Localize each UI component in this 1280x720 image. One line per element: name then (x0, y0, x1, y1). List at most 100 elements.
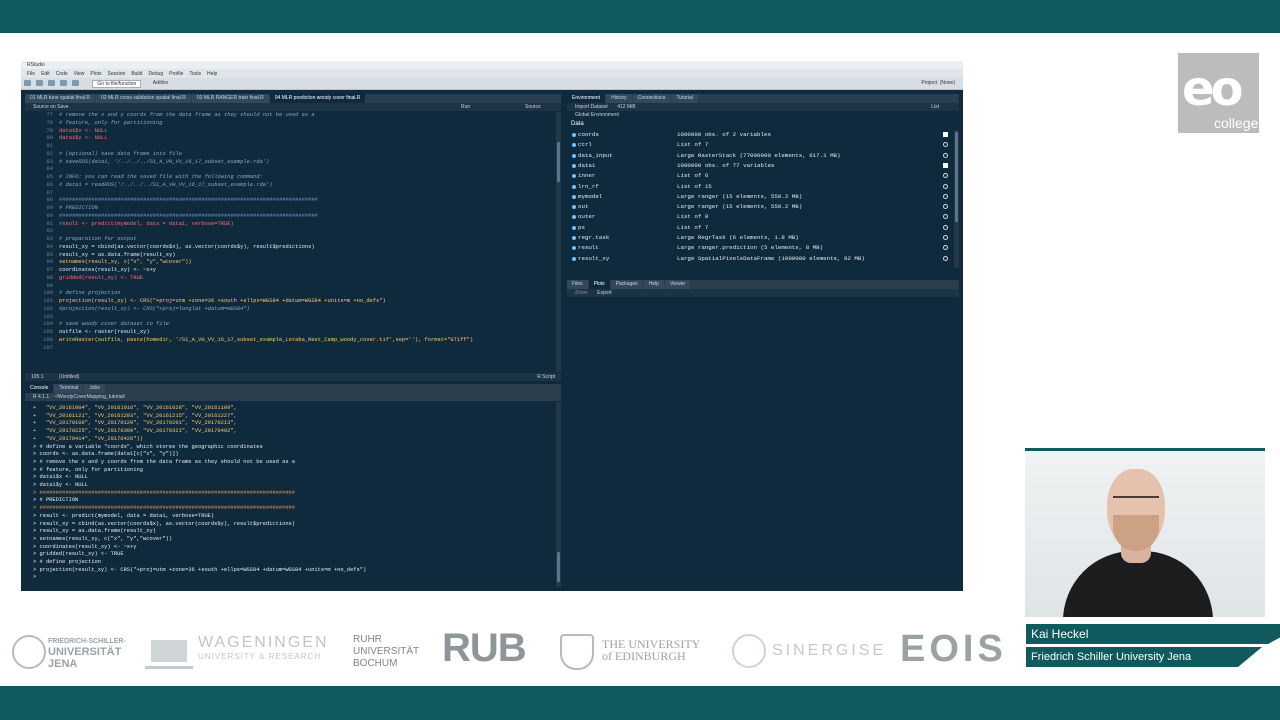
env-row[interactable]: data_input Large RasterStack (77000000 el… (567, 151, 953, 161)
env-expand-icon[interactable] (572, 143, 576, 148)
new-file-icon[interactable] (24, 80, 31, 86)
env-expand-icon[interactable] (572, 153, 576, 158)
env-expand-icon[interactable] (572, 246, 576, 251)
inspect-icon[interactable] (943, 193, 948, 199)
zoom-button[interactable]: Zoom (575, 290, 588, 296)
env-scrollbar[interactable] (954, 130, 959, 268)
menu-item-10[interactable]: Help (207, 71, 217, 77)
env-expand-icon[interactable] (572, 194, 576, 199)
open-project-icon[interactable] (36, 80, 43, 86)
menu-item-5[interactable]: Session (108, 71, 126, 77)
view-data-icon[interactable] (943, 162, 948, 168)
presenter-webcam (1025, 448, 1265, 617)
console-tab-1[interactable]: Terminal (54, 384, 84, 393)
env-scroll-thumb[interactable] (955, 132, 958, 222)
scope-indicator[interactable]: (Untitled) (59, 374, 79, 380)
source-tab-3[interactable]: 04 MLR prediction woody cover final.R (269, 94, 366, 103)
env-row[interactable]: ps List of 7 (567, 223, 953, 233)
editor-scroll-thumb[interactable] (557, 142, 560, 182)
menu-item-2[interactable]: Code (56, 71, 68, 77)
view-data-icon[interactable] (943, 132, 948, 137)
env-row[interactable]: coords 1000000 obs. of 2 variables (567, 130, 953, 140)
environment-scope-select[interactable]: Global Environment (575, 112, 619, 118)
code-text: # define projection (59, 290, 121, 297)
source-tab-0[interactable]: 01 MLR tune spatial final.R (25, 94, 96, 103)
inspect-icon[interactable] (943, 183, 948, 189)
env-expand-icon[interactable] (572, 133, 576, 137)
inspect-icon[interactable] (943, 255, 948, 261)
env-row[interactable]: ctrl List of 7 (567, 140, 953, 150)
env-row[interactable]: result_xy Large SpatialPixelsDataFrame (1… (567, 254, 953, 264)
inspect-icon[interactable] (943, 235, 948, 240)
env-expand-icon[interactable] (572, 174, 576, 179)
code-text: # preparation for output (59, 236, 137, 242)
env-row[interactable]: result Large ranger.prediction (5 element… (567, 243, 953, 253)
code-text: gridded(result_xy) <- TRUE (59, 274, 144, 281)
memory-usage[interactable]: 412 MiB (617, 104, 635, 110)
env-tab-3[interactable]: Tutorial (671, 94, 698, 103)
inspect-icon[interactable] (943, 214, 948, 220)
env-expand-icon[interactable] (572, 236, 576, 240)
env-expand-icon[interactable] (572, 225, 576, 230)
source-on-save-checkbox[interactable]: Source on Save (33, 104, 69, 110)
save-all-icon[interactable] (60, 80, 67, 86)
files-tab-2[interactable]: Packages (610, 280, 643, 289)
env-tab-0[interactable]: Environment (567, 94, 606, 103)
files-tab-0[interactable]: Files (567, 280, 588, 289)
list-view-toggle[interactable]: List (931, 104, 939, 110)
line-number: 88 (46, 197, 53, 204)
goto-file-input[interactable]: Go to file/function (92, 80, 142, 88)
project-menu[interactable]: Project: (None) (921, 80, 955, 86)
menu-item-7[interactable]: Debug (148, 71, 163, 77)
menu-item-3[interactable]: View (74, 71, 85, 77)
files-tab-1[interactable]: Plots (588, 280, 610, 289)
menu-item-4[interactable]: Plots (90, 71, 101, 77)
menu-item-1[interactable]: Edit (41, 71, 50, 77)
inspect-icon[interactable] (943, 142, 948, 148)
env-row[interactable]: data1 1000000 obs. of 77 variables (567, 161, 953, 171)
menu-item-9[interactable]: Tools (189, 71, 201, 77)
save-icon[interactable] (48, 80, 55, 86)
inspect-icon[interactable] (943, 152, 948, 158)
env-tab-1[interactable]: History (606, 94, 632, 103)
print-icon[interactable] (72, 80, 79, 86)
addins-menu[interactable]: Addins (153, 80, 168, 86)
inspect-icon[interactable] (943, 204, 948, 210)
console-scroll-thumb[interactable] (557, 552, 560, 582)
import-dataset-button[interactable]: Import Dataset (575, 104, 608, 110)
source-tab-1[interactable]: 02 MLR cross validation spatial final.R (96, 94, 191, 103)
env-expand-icon[interactable] (572, 163, 576, 168)
env-expand-icon[interactable] (572, 256, 576, 261)
files-tab-3[interactable]: Help (643, 280, 664, 289)
env-expand-icon[interactable] (572, 215, 576, 220)
env-expand-icon[interactable] (572, 205, 576, 210)
console-tab-2[interactable]: Jobs (84, 384, 105, 393)
env-expand-icon[interactable] (572, 184, 576, 189)
menu-item-8[interactable]: Profile (169, 71, 183, 77)
console-scrollbar[interactable] (556, 402, 561, 587)
console-output[interactable]: + "VV_20161004", "VV_20161016", "VV_2016… (33, 405, 553, 582)
source-tab-2[interactable]: 03 MLR RANGER train final.R (191, 94, 269, 103)
jena-logo-line2: UNIVERSITÄT (48, 646, 122, 658)
source-button[interactable]: Source (525, 104, 541, 110)
code-editor[interactable]: 77 # remove the x and y coords from the d… (25, 112, 561, 352)
export-button[interactable]: Export (597, 290, 611, 296)
file-type-indicator[interactable]: R Script (537, 374, 555, 380)
env-tab-2[interactable]: Connections (632, 94, 671, 103)
inspect-icon[interactable] (943, 224, 948, 230)
env-row[interactable]: out Large ranger (15 elements, 550.2 MB) (567, 202, 953, 212)
env-row[interactable]: lrn_rf List of 15 (567, 182, 953, 192)
files-tab-4[interactable]: Viewer (664, 280, 691, 289)
env-row[interactable]: inner List of 6 (567, 171, 953, 181)
console-tab-0[interactable]: Console (25, 384, 54, 393)
env-row[interactable]: regr.task Large RegrTask (6 elements, 1.8… (567, 233, 953, 243)
code-line: 88 ######################################… (25, 197, 561, 205)
env-row[interactable]: mymodel Large ranger (15 elements, 550.2 … (567, 192, 953, 202)
editor-scrollbar[interactable] (556, 112, 561, 372)
menu-item-0[interactable]: File (27, 71, 35, 77)
menu-item-6[interactable]: Build (131, 71, 142, 77)
env-row[interactable]: outer List of 8 (567, 212, 953, 222)
inspect-icon[interactable] (943, 245, 948, 251)
run-button[interactable]: Run (461, 104, 470, 110)
inspect-icon[interactable] (943, 173, 948, 179)
